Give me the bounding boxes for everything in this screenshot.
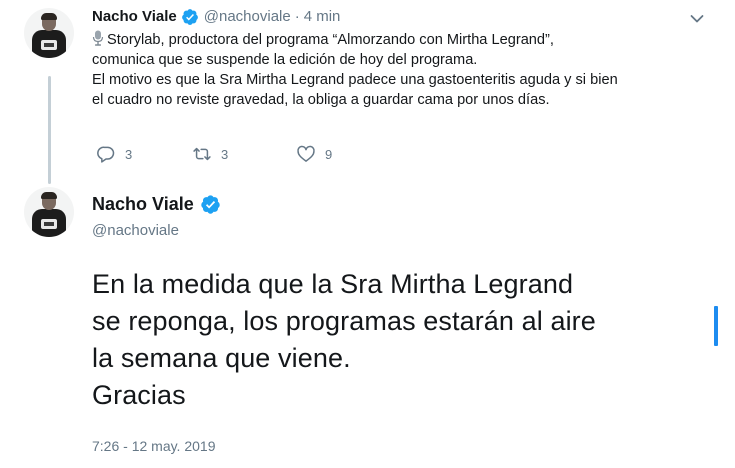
like-count: 9: [325, 146, 333, 162]
text-cursor: [714, 306, 718, 346]
retweet-button[interactable]: 3: [192, 144, 296, 164]
avatar[interactable]: [24, 187, 74, 237]
tweet-time[interactable]: 4 min: [304, 7, 341, 27]
author-handle[interactable]: @nachoviale: [92, 222, 221, 239]
tweet-actions: 3 3 9: [96, 144, 332, 164]
tweet-line: comunica que se suspende la edición de h…: [92, 52, 478, 68]
verified-badge-icon: [181, 9, 198, 25]
author-handle[interactable]: @nachoviale: [204, 7, 291, 27]
tweet-header: Nacho Viale @nachoviale · 4 min: [92, 7, 340, 27]
tweet-line: Storylab, productora del programa “Almor…: [92, 30, 712, 50]
thread-line: [48, 76, 51, 184]
heart-icon: [297, 145, 315, 162]
tweet-line: El motivo es que la Sra Mirtha Legrand p…: [92, 72, 618, 88]
avatar[interactable]: [24, 8, 74, 58]
separator-dot: ·: [294, 8, 300, 25]
tweet-line: se reponga, los programas estarán al air…: [92, 306, 596, 336]
microphone-icon: [92, 30, 104, 46]
tweet-text: En la medida que la Sra Mirtha Legrand s…: [92, 266, 596, 414]
tweet-line: la semana que viene.: [92, 343, 351, 373]
tweet-timestamp[interactable]: 7:26 - 12 may. 2019: [92, 438, 215, 454]
author-name[interactable]: Nacho Viale: [92, 192, 194, 216]
tweet-header: Nacho Viale @nachoviale: [92, 192, 221, 239]
retweet-count: 3: [221, 146, 229, 162]
tweet-text: Storylab, productora del programa “Almor…: [92, 30, 712, 110]
reply-count: 3: [125, 146, 133, 162]
author-name[interactable]: Nacho Viale: [92, 7, 177, 27]
chevron-down-icon[interactable]: [690, 14, 704, 24]
reply-button[interactable]: 3: [96, 144, 192, 164]
verified-badge-icon: [201, 194, 220, 214]
tweet-line: Gracias: [92, 380, 186, 410]
reply-icon: [97, 146, 115, 163]
retweet-icon: [193, 147, 211, 161]
tweet-line: el cuadro no reviste gravedad, la obliga…: [92, 92, 550, 108]
tweet-line: En la medida que la Sra Mirtha Legrand: [92, 269, 574, 299]
like-button[interactable]: 9: [296, 144, 332, 164]
